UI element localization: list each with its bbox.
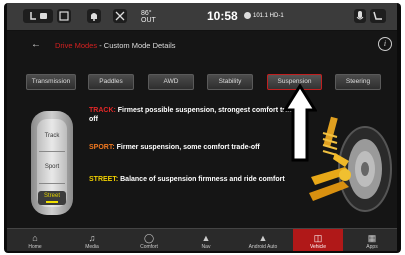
nav-vehicle-label: Vehicle — [309, 244, 327, 250]
option-sport[interactable]: Sport — [37, 164, 67, 170]
navigation-arrow-icon: ▲ — [201, 233, 211, 243]
nav-nav-label: Nav — [201, 244, 211, 250]
nav-android-auto[interactable]: ▲ Android Auto — [235, 229, 291, 251]
infotainment-screen: 86° OUT 10:58 101.1 HD-1 ← Drive Modes -… — [7, 3, 397, 251]
track-key: TRACK: — [89, 107, 116, 114]
seat-heat-icon[interactable] — [370, 9, 386, 23]
car-icon: ◫ — [313, 233, 323, 243]
divider — [39, 151, 65, 152]
nav-media[interactable]: ♫ Media — [64, 229, 120, 251]
info-icon[interactable]: i — [378, 37, 392, 51]
nav-media-label: Media — [85, 244, 99, 250]
sport-text: Firmer suspension, some comfort trade-of… — [116, 144, 260, 151]
sport-description: SPORT: Firmer suspension, some comfort t… — [89, 143, 304, 152]
outside-temp-label: 86° — [141, 10, 152, 17]
breadcrumb: Drive Modes - Custom Mode Details — [55, 41, 176, 50]
nav-home-label: Home — [28, 244, 42, 250]
nav-nav[interactable]: ▲ Nav — [178, 229, 234, 251]
street-key: STREET: — [89, 176, 119, 183]
android-auto-icon: ▲ — [258, 233, 268, 243]
clock: 10:58 — [207, 9, 238, 23]
street-description: STREET: Balance of suspension firmness a… — [89, 175, 304, 184]
phone-mute-icon[interactable] — [113, 9, 127, 23]
track-text: Firmest possible suspension, strongest c… — [89, 107, 300, 123]
apps-grid-icon: ▦ — [367, 233, 377, 243]
back-arrow-icon[interactable]: ← — [31, 39, 41, 50]
tab-stability[interactable]: Stability — [207, 74, 253, 90]
mic-icon[interactable] — [354, 9, 366, 23]
nav-comfort-label: Comfort — [140, 244, 158, 250]
selector-track: Track Sport Street — [37, 119, 67, 207]
tab-paddles[interactable]: Paddles — [88, 74, 134, 90]
radio-icon — [244, 12, 251, 19]
suspension-mode-selector[interactable]: Track Sport Street — [31, 111, 73, 215]
nav-apps[interactable]: ▦ Apps — [347, 229, 397, 251]
divider — [39, 183, 65, 184]
tab-transmission[interactable]: Transmission — [26, 74, 76, 90]
option-track[interactable]: Track — [37, 133, 67, 139]
home-icon: ⌂ — [32, 233, 38, 243]
tab-awd[interactable]: AWD — [148, 74, 194, 90]
radio-station[interactable]: 101.1 HD-1 — [244, 12, 284, 19]
notification-bell-icon[interactable] — [87, 9, 101, 23]
sport-key: SPORT: — [89, 144, 115, 151]
nav-comfort[interactable]: ◯ Comfort — [121, 229, 177, 251]
radio-station-label: 101.1 HD-1 — [253, 13, 284, 20]
selected-indicator — [46, 201, 58, 203]
suspension-illustration — [309, 116, 392, 212]
status-bar: 86° OUT 10:58 101.1 HD-1 — [7, 3, 397, 31]
track-description: TRACK: Firmest possible suspension, stro… — [89, 106, 304, 124]
breadcrumb-parent[interactable]: Drive Modes — [55, 41, 97, 50]
nav-home[interactable]: ⌂ Home — [7, 229, 63, 251]
climate-seat-icon[interactable] — [23, 9, 53, 23]
option-street-selected[interactable]: Street — [38, 191, 66, 205]
tab-steering[interactable]: Steering — [335, 74, 381, 90]
comfort-icon: ◯ — [143, 233, 155, 243]
street-text: Balance of suspension firmness and ride … — [120, 176, 285, 183]
music-note-icon: ♫ — [88, 233, 96, 243]
nav-vehicle[interactable]: ◫ Vehicle — [293, 229, 343, 251]
settings-tabs: Transmission Paddles AWD Stability Suspe… — [26, 74, 396, 90]
nav-apps-label: Apps — [366, 244, 378, 250]
breadcrumb-child: Custom Mode Details — [103, 41, 176, 50]
bottom-nav: ⌂ Home ♫ Media ◯ Comfort ▲ Nav ▲ Android… — [7, 228, 397, 251]
rear-defrost-icon[interactable] — [57, 9, 71, 23]
outside-temp-sub: OUT — [141, 17, 156, 24]
nav-android-auto-label: Android Auto — [248, 244, 278, 250]
